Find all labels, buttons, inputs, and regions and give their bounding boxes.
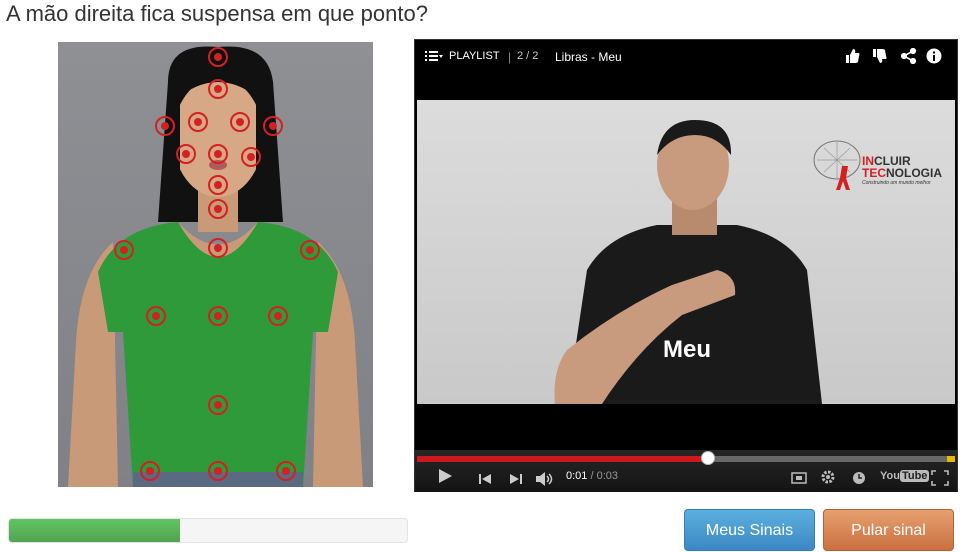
- dislike-icon[interactable]: [872, 48, 888, 67]
- video-progress-buffered-end: [947, 456, 955, 462]
- video-frame[interactable]: Meu INCLUIR TECNOLOGIA Construindo um mu…: [417, 100, 955, 404]
- youtube-tube: Tube: [899, 470, 930, 482]
- info-icon[interactable]: [926, 48, 942, 67]
- watch-later-icon[interactable]: [791, 471, 807, 487]
- like-icon[interactable]: [845, 48, 861, 67]
- meus-sinais-button[interactable]: Meus Sinais: [684, 509, 815, 551]
- playlist-menu-icon[interactable]: [425, 50, 443, 65]
- separator: |: [508, 50, 512, 64]
- annotations-clock-icon[interactable]: [852, 471, 866, 488]
- share-icon[interactable]: [900, 47, 917, 67]
- settings-gear-icon[interactable]: [820, 469, 836, 488]
- video-progress-bar[interactable]: [417, 451, 955, 465]
- fullscreen-icon[interactable]: [931, 470, 949, 489]
- time-display: 0:01 / 0:03: [566, 470, 618, 482]
- logo-tagline: Construindo um mundo melhor: [862, 180, 931, 186]
- video-player[interactable]: PLAYLIST | 2 / 2 Libras - Meu Meu INCLUI…: [414, 39, 958, 492]
- logo-tecnologia-red: TEC: [862, 166, 886, 180]
- duration: 0:03: [596, 470, 619, 482]
- lesson-progress-fill: [9, 519, 181, 542]
- volume-icon[interactable]: [535, 472, 555, 489]
- time-separator: /: [587, 470, 597, 482]
- youtube-logo[interactable]: You Tube: [880, 470, 930, 482]
- location-points: [114, 47, 320, 481]
- playlist-position: 2 / 2: [517, 50, 539, 62]
- lesson-progress-bar: [8, 518, 408, 543]
- pular-sinal-button[interactable]: Pular sinal: [823, 509, 954, 551]
- next-icon[interactable]: [509, 472, 523, 488]
- question-title: A mão direita fica suspensa em que ponto…: [6, 1, 428, 26]
- playlist-label[interactable]: PLAYLIST: [449, 50, 500, 62]
- play-icon[interactable]: [437, 468, 453, 487]
- video-top-bar: PLAYLIST | 2 / 2 Libras - Meu: [415, 40, 957, 74]
- logo-tecnologia-dark: NOLOGIA: [886, 166, 942, 180]
- video-scrubber[interactable]: [700, 451, 715, 465]
- video-title[interactable]: Libras - Meu: [555, 50, 622, 64]
- puzzle-brain-icon: [813, 140, 861, 190]
- avatar-panel: [58, 42, 373, 487]
- previous-icon[interactable]: [478, 472, 492, 488]
- sign-caption: Meu: [663, 336, 711, 363]
- youtube-you: You: [880, 470, 900, 482]
- incluir-tecnologia-logo: INCLUIR TECNOLOGIA Construindo um mundo …: [812, 138, 952, 198]
- current-time: 0:01: [566, 470, 588, 482]
- video-progress-played: [417, 456, 708, 462]
